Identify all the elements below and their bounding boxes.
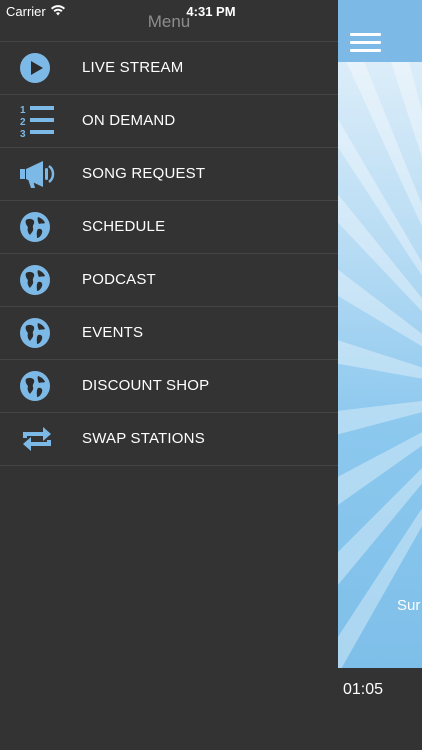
globe-icon <box>20 371 50 401</box>
menu-item-label: LIVE STREAM <box>82 59 184 76</box>
menu-item-label: DISCOUNT SHOP <box>82 377 210 394</box>
hamburger-menu-icon[interactable] <box>350 33 381 53</box>
menu-item-label: EVENTS <box>82 324 144 341</box>
menu-item-discount-shop[interactable]: DISCOUNT SHOP <box>0 359 338 412</box>
menu-item-schedule[interactable]: SCHEDULE <box>0 200 338 253</box>
menu-item-events[interactable]: EVENTS <box>0 306 338 359</box>
sunburst-rays <box>338 62 422 668</box>
player-elapsed-time: 01:05 <box>343 681 384 698</box>
menu-list: LIVE STREAM 1 2 3 ON DEMAND SONG REQUEST <box>0 41 338 466</box>
menu-item-label: SONG REQUEST <box>82 165 206 182</box>
svg-text:1: 1 <box>20 105 26 116</box>
play-circle-icon <box>20 53 50 83</box>
svg-text:2: 2 <box>20 117 26 128</box>
hero-image <box>338 62 422 668</box>
hero-caption: Sur <box>397 597 421 614</box>
megaphone-icon <box>20 161 55 188</box>
svg-text:3: 3 <box>20 129 26 139</box>
menu-item-label: PODCAST <box>82 271 156 288</box>
menu-item-live-stream[interactable]: LIVE STREAM <box>0 41 338 94</box>
menu-item-label: SWAP STATIONS <box>82 430 205 447</box>
menu-item-label: SCHEDULE <box>82 218 166 235</box>
menu-item-swap-stations[interactable]: SWAP STATIONS <box>0 412 338 465</box>
menu-title: Menu <box>147 12 191 31</box>
menu-divider <box>0 465 338 466</box>
numbered-list-icon: 1 2 3 <box>20 105 54 139</box>
menu-item-podcast[interactable]: PODCAST <box>0 253 338 306</box>
menu-item-on-demand[interactable]: 1 2 3 ON DEMAND <box>0 94 338 147</box>
globe-icon <box>20 265 50 295</box>
menu-item-label: ON DEMAND <box>82 112 176 129</box>
swap-arrows-icon <box>23 427 51 451</box>
menu-item-song-request[interactable]: SONG REQUEST <box>0 147 338 200</box>
globe-icon <box>20 212 50 242</box>
globe-icon <box>20 318 50 348</box>
